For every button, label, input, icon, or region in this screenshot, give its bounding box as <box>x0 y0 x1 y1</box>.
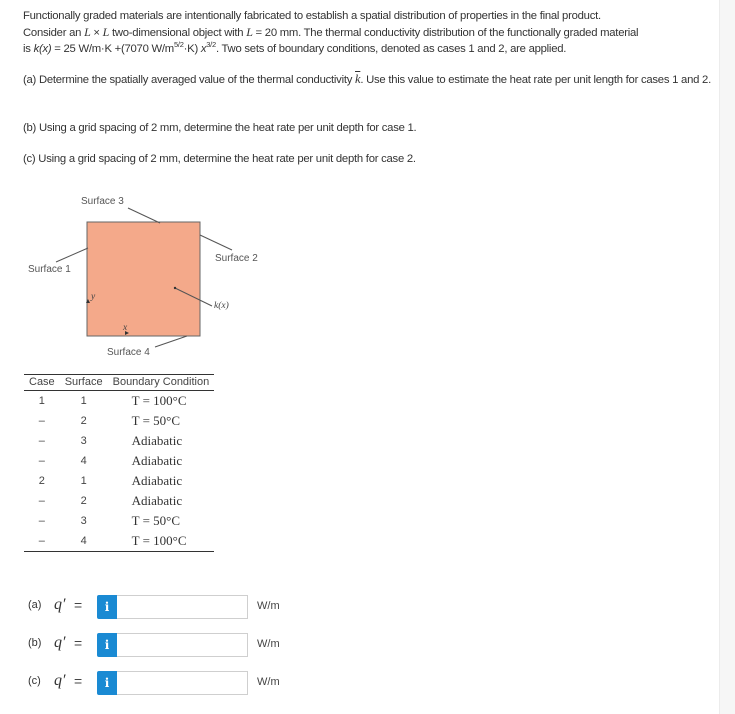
exponent: 5/2 <box>173 40 184 50</box>
surface-cell: 4 <box>59 531 108 552</box>
intro-line-1: Functionally graded materials are intent… <box>23 10 601 22</box>
answer-a-input[interactable] <box>117 595 248 619</box>
table-row: – 2 T = 50°C <box>24 411 214 431</box>
condition-cell: T = 50°C <box>131 513 181 528</box>
surface-cell: 2 <box>80 415 87 427</box>
kx-label: k(x) <box>214 301 229 311</box>
problem-intro: Functionally graded materials are intent… <box>23 8 713 57</box>
unit-label: W/m <box>257 600 280 612</box>
condition-cell: T = 50°C <box>131 413 181 428</box>
answer-label: (b) <box>28 637 42 649</box>
surface4-label: Surface 4 <box>107 347 150 358</box>
unit-label: W/m <box>257 638 280 650</box>
table-row: – 4 Adiabatic <box>24 451 214 471</box>
case-cell: – <box>38 435 45 447</box>
exponent: 3/2 <box>206 40 216 50</box>
table-row: – 3 T = 50°C <box>24 511 214 531</box>
unit-label: W/m <box>257 676 280 688</box>
page-gutter <box>720 0 735 714</box>
equals-sign: = <box>74 635 83 651</box>
header-case: Case <box>24 374 60 391</box>
surface3-label: Surface 3 <box>81 196 124 207</box>
condition-cell: Adiabatic <box>131 453 183 468</box>
surface-cell: 1 <box>80 475 87 487</box>
kx-point <box>173 286 177 290</box>
times-sign: × <box>90 27 103 39</box>
part-c-question: (c) Using a grid spacing of 2 mm, determ… <box>23 153 416 165</box>
surface-cell: 1 <box>80 395 87 407</box>
part-b-question: (b) Using a grid spacing of 2 mm, determ… <box>23 122 417 134</box>
surface3-leader <box>127 207 161 224</box>
condition-cell: Adiabatic <box>131 493 183 508</box>
surface1-label: Surface 1 <box>28 264 71 275</box>
answer-label: (c) <box>28 675 41 687</box>
intro-text: Consider an <box>23 27 85 39</box>
case-cell: – <box>38 515 45 527</box>
surface-cell: 3 <box>80 435 87 447</box>
table-row: – 3 Adiabatic <box>24 431 214 451</box>
surface-cell: 4 <box>80 455 87 467</box>
equals-sign: = <box>74 597 83 613</box>
intro-text: is <box>23 43 34 55</box>
table-row: 1 1 T = 100°C <box>24 391 214 412</box>
header-surface: Surface <box>59 374 108 391</box>
part-a-text: . Use this value to estimate the heat ra… <box>360 74 711 86</box>
answer-c-input[interactable] <box>117 671 248 695</box>
equals-sign: = <box>74 673 83 689</box>
condition-cell: T = 100°C <box>107 531 215 552</box>
condition-cell: T = 100°C <box>131 393 187 408</box>
part-a-question: (a) Determine the spatially averaged val… <box>23 71 713 88</box>
q-prime-symbol: q′ <box>54 596 66 613</box>
material-square <box>86 221 201 337</box>
table-row: –4 T = 100°C <box>24 531 215 552</box>
figure-drawing <box>55 207 233 348</box>
intro-text: . Two sets of boundary conditions, denot… <box>215 43 567 55</box>
header-condition: Boundary Condition <box>107 374 215 391</box>
intro-text: = 25 W/m·K +(7070 W/m <box>51 43 174 55</box>
condition-cell: Adiabatic <box>131 473 183 488</box>
y-axis-label: y <box>91 292 96 302</box>
q-prime-symbol: q′ <box>54 634 66 651</box>
answer-b-input[interactable] <box>117 633 248 657</box>
surface2-leader <box>199 234 233 251</box>
case-cell: 1 <box>38 395 45 407</box>
surface2-label: Surface 2 <box>215 253 258 264</box>
info-button[interactable]: i <box>97 671 117 695</box>
intro-text: two-dimensional object with <box>109 27 247 39</box>
intro-text: = 20 mm. The thermal conductivity distri… <box>252 27 639 39</box>
case-cell: – <box>38 415 45 427</box>
case-cell: – <box>38 455 45 467</box>
info-button[interactable]: i <box>97 595 117 619</box>
info-button[interactable]: i <box>97 633 117 657</box>
surface4-leader <box>154 335 188 348</box>
part-a-text: (a) Determine the spatially averaged val… <box>23 74 356 86</box>
case-cell: – <box>24 531 60 552</box>
condition-cell: Adiabatic <box>131 433 183 448</box>
case-cell: – <box>38 495 45 507</box>
answer-label: (a) <box>28 599 42 611</box>
table-row: 2 1 Adiabatic <box>24 471 214 491</box>
table-header-row: Case Surface Boundary Condition <box>24 374 215 391</box>
q-prime-symbol: q′ <box>54 672 66 689</box>
table-row: – 2 Adiabatic <box>24 491 214 511</box>
surface-cell: 2 <box>80 495 87 507</box>
case-cell: 2 <box>38 475 45 487</box>
var-kx: k(x) <box>33 43 52 55</box>
x-axis-label: x <box>123 323 128 333</box>
surface1-leader <box>55 247 89 263</box>
geometry-figure: Surface 3 Surface 2 Surface 1 Surface 4 … <box>20 190 280 370</box>
boundary-condition-table: Case Surface Boundary Condition 1 1 T = 10… <box>24 374 215 552</box>
surface-cell: 3 <box>80 515 87 527</box>
intro-text: ·K) <box>183 43 201 55</box>
